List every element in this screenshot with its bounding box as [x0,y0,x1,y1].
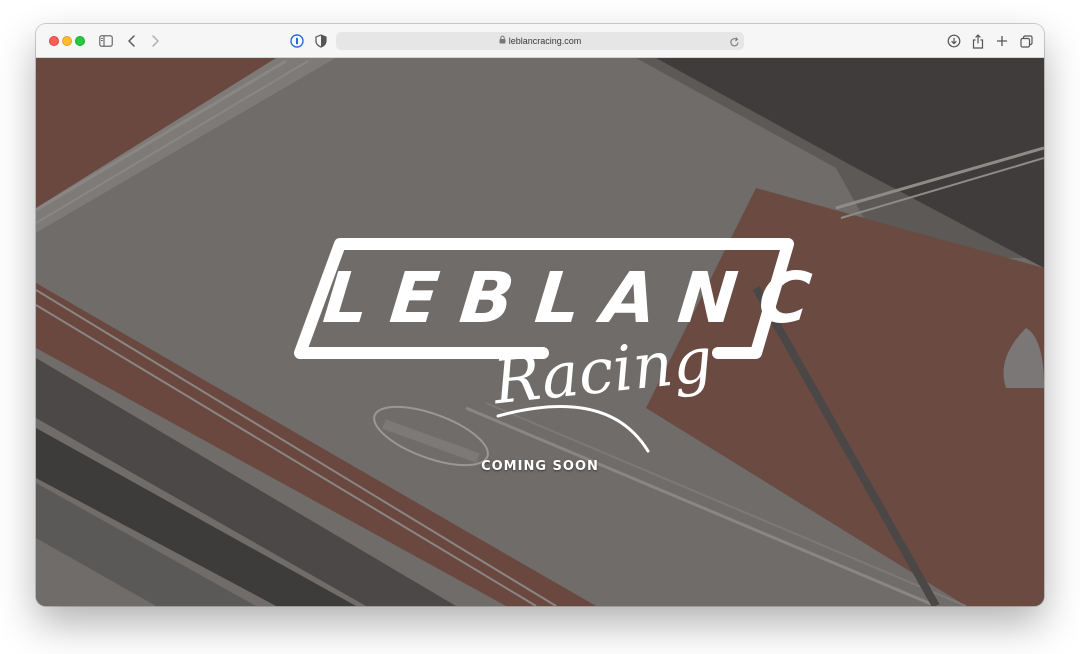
browser-toolbar: leblancracing.com [36,24,1044,58]
brand-logo: LEBLANC Racing [288,216,837,466]
page-content: LEBLANC Racing COMING SOON [36,58,1044,606]
browser-window: leblancracing.com LEBLANC Racing COMING … [36,24,1044,606]
zoom-window-button[interactable] [75,36,85,46]
shield-icon[interactable] [312,32,330,50]
coming-soon-text: COMING SOON [481,459,599,474]
url-text: leblancracing.com [508,36,582,46]
share-icon[interactable] [969,32,987,50]
back-chevron-icon[interactable] [123,32,141,50]
close-window-button[interactable] [49,36,59,46]
plus-icon[interactable] [993,32,1011,50]
reload-icon[interactable] [729,35,740,53]
minimize-window-button[interactable] [62,36,72,46]
download-icon[interactable] [945,32,963,50]
tab-overview-icon[interactable] [1017,32,1035,50]
address-bar[interactable]: leblancracing.com [336,32,744,50]
forward-chevron-icon[interactable] [146,32,164,50]
password-manager-icon[interactable] [288,32,306,50]
sidebar-icon[interactable] [97,32,115,50]
lock-icon [499,32,506,50]
